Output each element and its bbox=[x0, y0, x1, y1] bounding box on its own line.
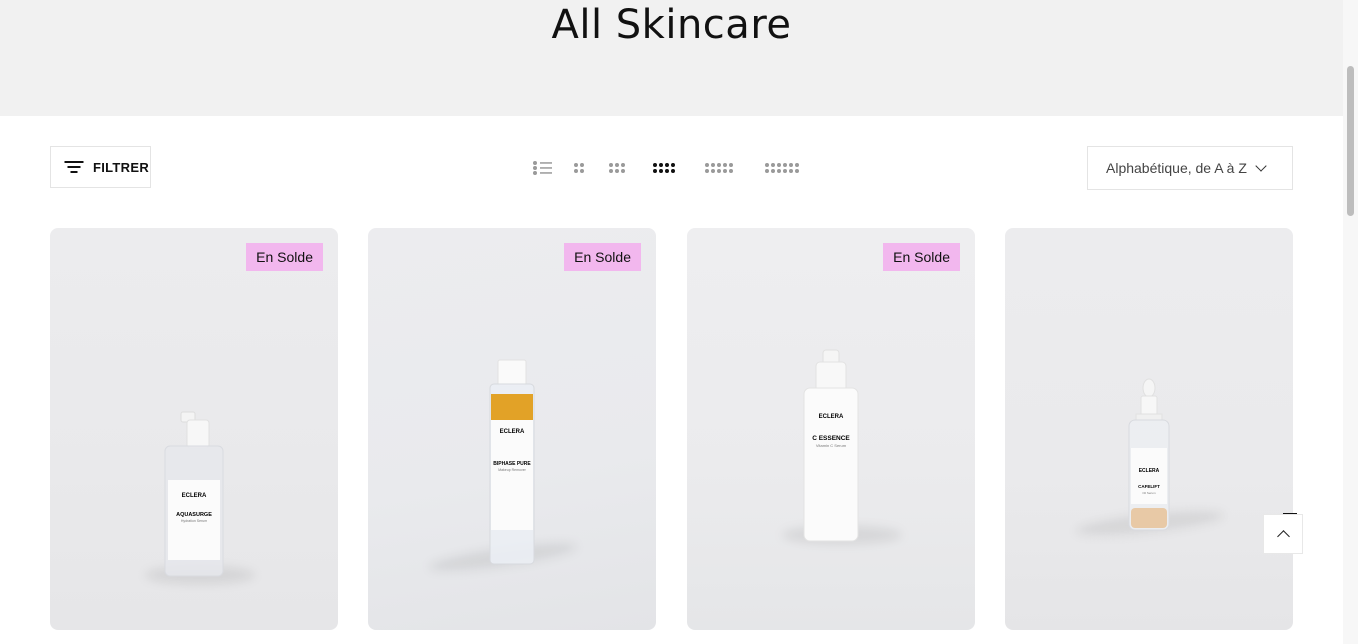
product-brand: ECLERA bbox=[500, 429, 525, 435]
page-title: All Skincare bbox=[551, 2, 792, 48]
view-4-columns-button[interactable] bbox=[653, 158, 675, 178]
collection-hero: All Skincare bbox=[0, 0, 1343, 116]
product-name: AQUASURGE bbox=[176, 512, 212, 518]
view-5-columns-button[interactable] bbox=[705, 158, 733, 178]
product-subtitle: Hydration Serum bbox=[181, 519, 207, 523]
list-view-icon bbox=[533, 161, 552, 175]
product-card[interactable]: En Solde ECLERA AQUASURGE Hydration Seru… bbox=[50, 228, 338, 630]
product-name: BIPHASE PURE bbox=[493, 461, 531, 467]
scrollbar-thumb[interactable] bbox=[1347, 66, 1354, 216]
product-name: CAFELIFT bbox=[1138, 484, 1160, 489]
sale-badge: En Solde bbox=[883, 243, 960, 271]
page-scrollbar[interactable] bbox=[1343, 0, 1358, 644]
sort-select[interactable]: Alphabétique, de A à Z bbox=[1087, 146, 1293, 190]
scroll-to-top-button[interactable] bbox=[1263, 514, 1303, 554]
grid-6-icon bbox=[765, 163, 799, 173]
product-subtitle: Vitamin C Serum bbox=[816, 443, 847, 448]
product-image: ECLERA C ESSENCE Vitamin C Serum bbox=[803, 349, 859, 542]
product-card[interactable]: ECLERA CAFELIFT Oil Serum bbox=[1005, 228, 1293, 630]
view-6-columns-button[interactable] bbox=[765, 158, 799, 178]
view-2-columns-button[interactable] bbox=[574, 158, 584, 178]
product-brand: ECLERA bbox=[182, 493, 207, 499]
sale-badge: En Solde bbox=[246, 243, 323, 271]
view-list-button[interactable] bbox=[533, 158, 553, 178]
product-name: C ESSENCE bbox=[812, 435, 850, 442]
grid-2-icon bbox=[574, 163, 584, 173]
product-image: ECLERA BIPHASE PURE Makeup Remover bbox=[489, 359, 535, 565]
grid-5-icon bbox=[705, 163, 733, 173]
product-card[interactable]: En Solde ECLERA C ESSENCE Vitamin C Seru… bbox=[687, 228, 975, 630]
sale-badge: En Solde bbox=[564, 243, 641, 271]
chevron-down-icon bbox=[1255, 160, 1267, 172]
sort-value: Alphabétique, de A à Z bbox=[1106, 160, 1247, 176]
grid-3-icon bbox=[609, 163, 625, 173]
view-3-columns-button[interactable] bbox=[609, 158, 625, 178]
product-image: ECLERA AQUASURGE Hydration Serum bbox=[164, 411, 224, 577]
product-subtitle: Oil Serum bbox=[1142, 491, 1156, 495]
product-brand: ECLERA bbox=[819, 414, 844, 420]
product-image: ECLERA CAFELIFT Oil Serum bbox=[1128, 378, 1170, 531]
arrow-up-icon bbox=[1276, 530, 1290, 543]
product-brand: ECLERA bbox=[1139, 468, 1160, 474]
grid-4-icon bbox=[653, 163, 675, 173]
product-subtitle: Makeup Remover bbox=[498, 468, 526, 472]
product-card[interactable]: En Solde ECLERA BIPHASE PURE Makeup Remo… bbox=[368, 228, 656, 630]
